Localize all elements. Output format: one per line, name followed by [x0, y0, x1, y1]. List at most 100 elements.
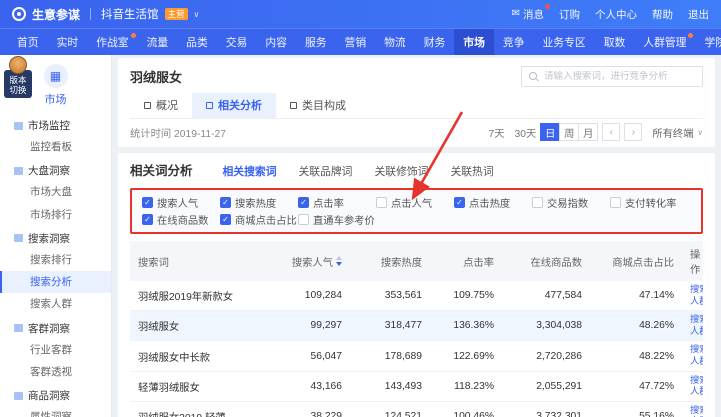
topbar-item-label: 帮助 — [652, 7, 673, 22]
filter-checkbox[interactable]: 点击人气 — [376, 195, 454, 210]
sidebar-item[interactable]: 搜索排行 — [0, 249, 111, 271]
table-row[interactable]: 羽绒服女99,297318,477136.36%3,304,03848.26%搜… — [130, 311, 703, 341]
chevron-down-icon[interactable]: ∨ — [194, 10, 200, 19]
filter-checkbox[interactable]: 交易指数 — [532, 195, 610, 210]
market-module-icon: ▦ — [44, 64, 68, 88]
action-link-crowd-analysis[interactable]: 人群分析 — [690, 386, 695, 398]
granularity-button[interactable]: 月 — [578, 123, 598, 141]
related-word-subtabs: 相关搜索词关联品牌词关联修饰词关联热词 — [213, 161, 504, 181]
value-cell: 55.16% — [590, 408, 682, 417]
subtab[interactable]: 关联品牌词 — [289, 161, 363, 181]
action-link-crowd-analysis[interactable]: 人群分析 — [690, 296, 695, 308]
nav-item[interactable]: 服务 — [296, 29, 336, 55]
column-header[interactable]: 在线商品数 — [502, 241, 590, 281]
prev-arrow-button[interactable]: ‹ — [602, 123, 620, 141]
filter-checkbox[interactable]: ✓搜索人气 — [142, 195, 220, 210]
filter-checkbox[interactable]: ✓点击率 — [298, 195, 376, 210]
topbar-item[interactable]: 订购 — [559, 7, 580, 22]
nav-item[interactable]: 人群管理 — [634, 29, 695, 55]
nav-item[interactable]: 竞争 — [494, 29, 534, 55]
next-arrow-button[interactable]: › — [624, 123, 642, 141]
action-link-search-analysis[interactable]: 搜索分析 — [690, 405, 695, 417]
nav-item[interactable]: 市场 — [454, 29, 494, 55]
granularity-button[interactable]: 日 — [540, 123, 560, 141]
search-box[interactable] — [521, 66, 703, 87]
topbar-item[interactable]: 个人中心 — [595, 7, 637, 22]
sort-icon — [336, 256, 342, 266]
sidebar-item[interactable]: 监控看板 — [0, 136, 111, 158]
granularity-button[interactable]: 周 — [559, 123, 579, 141]
sidebar-item[interactable]: 市场大盘 — [0, 181, 111, 203]
topbar-item[interactable]: 帮助 — [652, 7, 673, 22]
action-link-search-analysis[interactable]: 搜索分析 — [690, 314, 695, 326]
tab[interactable]: 相关分析 — [192, 93, 276, 118]
table-row[interactable]: 羽绒服2019年新款女109,284353,561109.75%477,5844… — [130, 281, 703, 311]
column-header[interactable]: 商城点击占比 — [590, 241, 682, 281]
value-cell: 109,284 — [268, 287, 350, 304]
checkbox-icon: ✓ — [142, 214, 153, 225]
sidebar: ▦ 市场 市场监控监控看板大盘洞察市场大盘市场排行搜索洞察搜索排行搜索分析搜索人… — [0, 55, 112, 417]
product-name[interactable]: 抖音生活馆 — [101, 6, 159, 22]
action-link-search-analysis[interactable]: 搜索分析 — [690, 284, 695, 296]
filter-checkbox[interactable]: ✓搜索热度 — [220, 195, 298, 210]
nav-item[interactable]: 交易 — [217, 29, 257, 55]
column-header[interactable]: 操作 — [682, 241, 708, 281]
subtab[interactable]: 相关搜索词 — [213, 161, 287, 181]
action-link-crowd-analysis[interactable]: 人群分析 — [690, 326, 695, 338]
sidebar-item[interactable]: 客群透视 — [0, 361, 111, 383]
analysis-tabs: 概况 相关分析类目构成 — [130, 93, 703, 119]
column-header[interactable]: 搜索热度 — [350, 241, 430, 281]
sidebar-item[interactable]: 市场排行 — [0, 204, 111, 226]
keyword-cell: 羽绒服2019年新款女 — [130, 285, 268, 306]
action-link-search-analysis[interactable]: 搜索分析 — [690, 344, 695, 356]
sidebar-item[interactable]: 搜索分析 — [0, 271, 111, 293]
filter-checkbox[interactable]: 直通车参考价 — [298, 212, 376, 227]
nav-item[interactable]: 首页 — [8, 29, 48, 55]
topbar-item[interactable]: 退出 — [688, 7, 709, 22]
search-input[interactable] — [544, 71, 695, 82]
action-link-crowd-analysis[interactable]: 人群分析 — [690, 356, 695, 368]
sidebar-item[interactable]: 搜索人群 — [0, 293, 111, 315]
table-row[interactable]: 羽绒服女2019 轻薄38,229124,521100.46%3,732,301… — [130, 402, 703, 417]
tab[interactable]: 类目构成 — [276, 93, 360, 118]
topbar-item[interactable]: ✉消息 — [512, 7, 544, 22]
version-switcher[interactable]: 版本切换 — [2, 56, 34, 98]
quick-range-button[interactable]: 7天 — [484, 125, 510, 140]
tab[interactable]: 概况 — [130, 93, 192, 118]
column-header[interactable]: 搜索人气 — [268, 241, 350, 281]
value-cell: 318,477 — [350, 317, 430, 334]
nav-item[interactable]: 实时 — [48, 29, 88, 55]
filter-checkbox[interactable]: ✓在线商品数 — [142, 212, 220, 227]
sidebar-group-label: 商品洞察 — [28, 388, 70, 403]
nav-item[interactable]: 内容 — [256, 29, 296, 55]
sidebar-item[interactable]: 属性洞察 — [0, 406, 111, 417]
filter-checkbox[interactable]: ✓商城点击占比 — [220, 212, 298, 227]
tab-label: 相关分析 — [218, 97, 262, 113]
sidebar-item[interactable]: 行业客群 — [0, 339, 111, 361]
action-link-search-analysis[interactable]: 搜索分析 — [690, 375, 695, 387]
nav-item[interactable]: 学院 — [695, 29, 721, 55]
column-header[interactable]: 搜索词 — [130, 241, 268, 281]
nav-item[interactable]: 财务 — [415, 29, 455, 55]
column-header[interactable]: 点击率 — [430, 241, 502, 281]
nav-item[interactable]: 物流 — [375, 29, 415, 55]
terminal-select[interactable]: 所有终端∨ — [652, 125, 703, 140]
table-row[interactable]: 羽绒服女中长款56,047178,689122.69%2,720,28648.2… — [130, 341, 703, 371]
folder-icon — [14, 167, 23, 175]
subtab[interactable]: 关联热词 — [440, 161, 503, 181]
actions-cell: 搜索分析人群分析 — [682, 311, 703, 340]
folder-icon — [14, 392, 23, 400]
filter-checkbox[interactable]: 支付转化率 — [610, 195, 688, 210]
nav-item[interactable]: 业务专区 — [534, 29, 595, 55]
table-row[interactable]: 轻薄羽绒服女43,166143,493118.23%2,055,29147.72… — [130, 372, 703, 402]
quick-range-button[interactable]: 30天 — [510, 125, 542, 140]
nav-item[interactable]: 品类 — [177, 29, 217, 55]
nav-item[interactable]: 取数 — [595, 29, 635, 55]
nav-item[interactable]: 营销 — [336, 29, 376, 55]
filter-checkbox[interactable]: ✓点击热度 — [454, 195, 532, 210]
topbar-right: ✉消息订购个人中心帮助退出 — [512, 7, 709, 22]
nav-item[interactable]: 作战室 — [87, 29, 137, 55]
app-logo[interactable]: 生意参谋 — [32, 6, 80, 23]
nav-item[interactable]: 流量 — [138, 29, 178, 55]
subtab[interactable]: 关联修饰词 — [364, 161, 438, 181]
